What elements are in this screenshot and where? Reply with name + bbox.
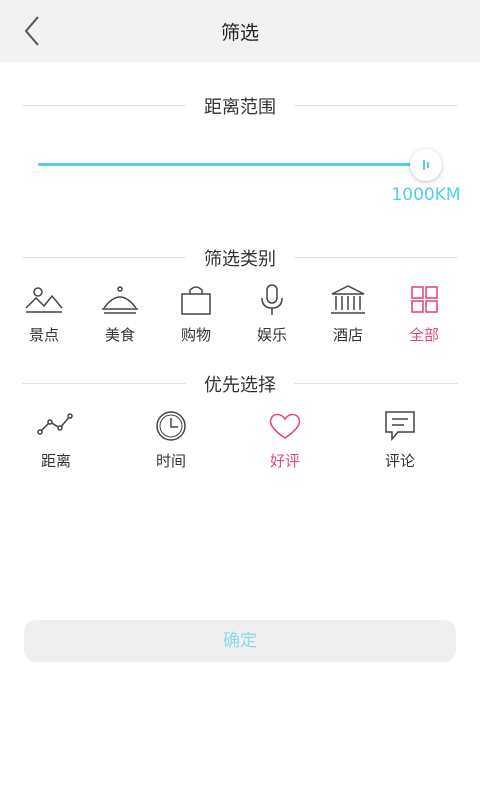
heart-icon	[269, 413, 301, 439]
page-title: 筛选	[220, 22, 259, 44]
divider-right	[294, 257, 458, 258]
category-item-entertainment[interactable]: 娱乐	[242, 284, 302, 354]
route-line-icon	[37, 413, 73, 435]
priority-label: 时间	[155, 452, 186, 470]
category-title-text: 筛选类别	[204, 249, 276, 270]
category-label: 娱乐	[256, 326, 287, 344]
confirm-button[interactable]: 确定	[24, 620, 456, 662]
category-section-title: 筛选类别	[0, 245, 480, 270]
distance-title-text: 距离范围	[204, 97, 276, 118]
category-label: 购物	[180, 326, 211, 344]
priority-label: 距离	[40, 452, 71, 470]
shopping-bag-icon	[181, 286, 211, 315]
distance-value: 1000KM	[391, 185, 461, 205]
priority-item-distance[interactable]: 距离	[26, 410, 86, 480]
divider-right	[294, 105, 458, 106]
category-label: 酒店	[332, 326, 363, 344]
category-item-all[interactable]: 全部	[394, 284, 454, 354]
landscape-icon	[25, 287, 63, 313]
category-label: 美食	[104, 326, 135, 344]
comment-icon	[385, 411, 415, 442]
priority-label: 评论	[384, 452, 415, 470]
priority-item-comments[interactable]: 评论	[370, 410, 430, 480]
grid-icon	[411, 286, 438, 313]
top-bar: 筛选	[0, 0, 480, 62]
category-item-food[interactable]: 美食	[90, 284, 150, 354]
priority-section-title: 优先选择	[0, 371, 480, 396]
priority-item-rating[interactable]: 好评	[255, 410, 315, 480]
priority-title-text: 优先选择	[204, 375, 276, 396]
category-label: 景点	[28, 326, 59, 344]
priority-label: 好评	[269, 452, 300, 470]
priority-item-time[interactable]: 时间	[141, 410, 201, 480]
category-item-scenic[interactable]: 景点	[14, 284, 74, 354]
food-cloche-icon	[102, 286, 138, 314]
slider-grip-icon	[423, 160, 429, 170]
category-item-shopping[interactable]: 购物	[166, 284, 226, 354]
microphone-icon	[261, 284, 283, 315]
clock-icon	[156, 411, 186, 441]
distance-slider-track[interactable]	[38, 163, 428, 166]
distance-section-title: 距离范围	[0, 93, 480, 118]
distance-slider-handle[interactable]	[410, 149, 442, 181]
category-item-hotel[interactable]: 酒店	[318, 284, 378, 354]
category-label: 全部	[408, 326, 439, 344]
divider-right	[294, 383, 458, 384]
hotel-building-icon	[331, 285, 365, 314]
